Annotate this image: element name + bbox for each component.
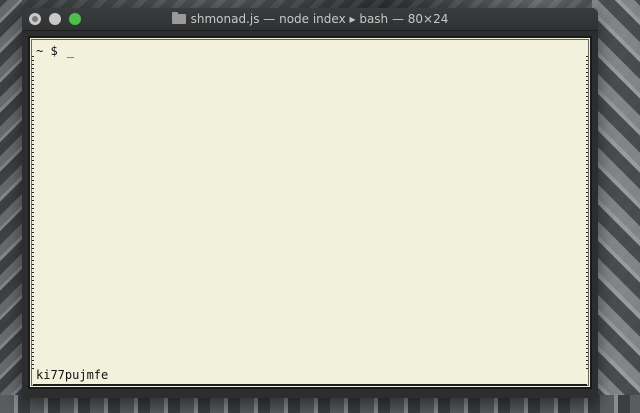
window-title-wrap: shmonad.js — node index ▸ bash — 80×24 — [22, 11, 598, 27]
screen-bottom-rule — [33, 384, 587, 386]
wallpaper-left — [0, 0, 22, 413]
terminal-screen[interactable]: ~ $ _ ki77pujmfe — [28, 36, 592, 389]
desktop-background: shmonad.js — node index ▸ bash — 80×24 ~… — [0, 0, 640, 413]
terminal-prompt-line: ~ $ _ — [36, 44, 74, 59]
screen-border-left — [32, 56, 34, 369]
wallpaper-right — [592, 0, 640, 413]
text-cursor: _ — [66, 44, 75, 58]
terminal-status-line: ki77pujmfe — [36, 368, 109, 382]
window-title: shmonad.js — node index ▸ bash — 80×24 — [190, 12, 449, 26]
prompt-symbol: ~ $ — [36, 44, 58, 58]
folder-icon — [171, 12, 186, 24]
window-titlebar[interactable]: shmonad.js — node index ▸ bash — 80×24 — [22, 8, 598, 31]
screen-border-right — [586, 56, 588, 369]
terminal-window: shmonad.js — node index ▸ bash — 80×24 ~… — [22, 8, 598, 398]
